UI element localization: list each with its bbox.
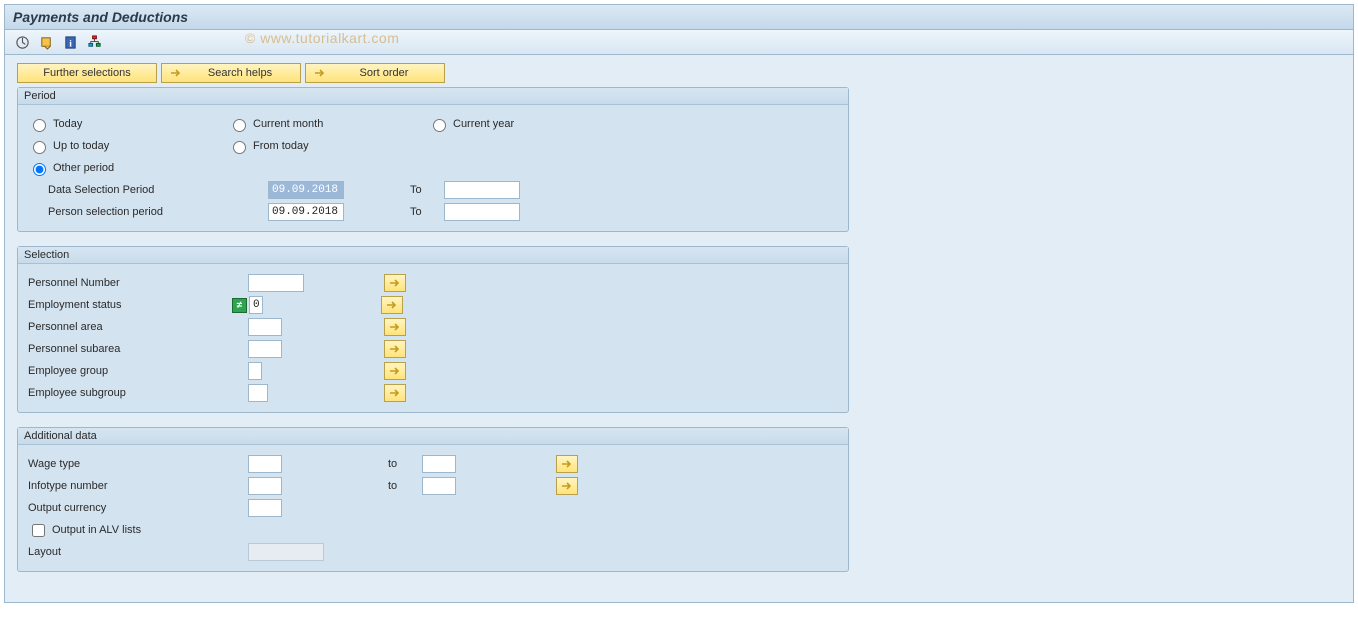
radio-today-label: Today [53, 118, 82, 130]
search-helps-button[interactable]: Search helps [161, 63, 301, 83]
content-area: Further selections Search helps Sort ord… [5, 55, 1353, 602]
radio-from-today[interactable]: From today [228, 138, 398, 154]
selection-legend: Selection [18, 247, 848, 264]
get-variant-icon[interactable] [37, 33, 55, 51]
sort-order-label: Sort order [332, 67, 436, 79]
window-frame: Payments and Deductions i © www.tutorial… [4, 4, 1354, 603]
radio-other-period[interactable]: Other period [28, 160, 198, 176]
wage-type-multiselect-button[interactable] [556, 455, 578, 473]
watermark-text: © www.tutorialkart.com [245, 30, 399, 46]
employee-subgroup-input[interactable] [248, 384, 268, 402]
data-selection-to-input[interactable] [444, 181, 520, 199]
radio-current-month-label: Current month [253, 118, 323, 130]
radio-up-to-today[interactable]: Up to today [28, 138, 198, 154]
page-title: Payments and Deductions [13, 9, 188, 25]
arrow-right-icon [314, 67, 326, 79]
additional-data-panel: Additional data Wage type to Infotype nu… [17, 427, 849, 572]
output-currency-input[interactable] [248, 499, 282, 517]
wage-type-to-input[interactable] [422, 455, 456, 473]
wage-type-from-input[interactable] [248, 455, 282, 473]
employment-status-label: Employment status [28, 299, 232, 311]
employee-subgroup-multiselect-button[interactable] [384, 384, 406, 402]
personnel-area-label: Personnel area [28, 321, 248, 333]
personnel-number-input[interactable] [248, 274, 304, 292]
radio-up-to-today-input[interactable] [33, 141, 46, 154]
arrow-right-icon [389, 343, 401, 355]
employee-group-input[interactable] [248, 362, 262, 380]
org-structure-icon[interactable] [85, 33, 103, 51]
radio-current-month[interactable]: Current month [228, 116, 398, 132]
personnel-subarea-multiselect-button[interactable] [384, 340, 406, 358]
further-selections-button[interactable]: Further selections [17, 63, 157, 83]
person-selection-period-label: Person selection period [28, 206, 268, 218]
wage-type-label: Wage type [28, 458, 248, 470]
info-icon[interactable]: i [61, 33, 79, 51]
svg-text:i: i [69, 39, 72, 49]
personnel-area-multiselect-button[interactable] [384, 318, 406, 336]
arrow-right-icon [561, 458, 573, 470]
employment-status-multiselect-button[interactable] [381, 296, 403, 314]
additional-data-legend: Additional data [18, 428, 848, 445]
arrow-right-icon [389, 365, 401, 377]
wage-type-to-label: to [382, 458, 422, 470]
output-alv-checkbox[interactable]: Output in ALV lists [28, 521, 141, 540]
infotype-number-label: Infotype number [28, 480, 248, 492]
infotype-number-multiselect-button[interactable] [556, 477, 578, 495]
employee-group-label: Employee group [28, 365, 248, 377]
personnel-number-multiselect-button[interactable] [384, 274, 406, 292]
output-alv-label: Output in ALV lists [52, 524, 141, 536]
arrow-right-icon [561, 480, 573, 492]
arrow-right-icon [389, 277, 401, 289]
radio-today-input[interactable] [33, 119, 46, 132]
personnel-area-input[interactable] [248, 318, 282, 336]
selection-panel: Selection Personnel Number Employment st… [17, 246, 849, 413]
radio-other-period-input[interactable] [33, 163, 46, 176]
layout-input[interactable] [248, 543, 324, 561]
personnel-subarea-label: Personnel subarea [28, 343, 248, 355]
app-toolbar: i © www.tutorialkart.com [5, 30, 1353, 55]
radio-current-year-label: Current year [453, 118, 514, 130]
infotype-number-to-input[interactable] [422, 477, 456, 495]
infotype-number-to-label: to [382, 480, 422, 492]
radio-from-today-label: From today [253, 140, 309, 152]
output-currency-label: Output currency [28, 502, 248, 514]
execute-icon[interactable] [13, 33, 31, 51]
infotype-number-from-input[interactable] [248, 477, 282, 495]
output-alv-checkbox-input[interactable] [32, 524, 45, 537]
radio-today[interactable]: Today [28, 116, 198, 132]
data-selection-to-label: To [404, 184, 444, 196]
title-bar: Payments and Deductions [5, 5, 1353, 30]
period-legend: Period [18, 88, 848, 105]
arrow-right-icon [389, 387, 401, 399]
person-selection-to-label: To [404, 206, 444, 218]
radio-from-today-input[interactable] [233, 141, 246, 154]
person-selection-from-input[interactable] [268, 203, 344, 221]
radio-current-year[interactable]: Current year [428, 116, 598, 132]
radio-current-month-input[interactable] [233, 119, 246, 132]
data-selection-from-input[interactable] [268, 181, 344, 199]
data-selection-period-label: Data Selection Period [28, 184, 268, 196]
employment-status-input[interactable] [249, 296, 263, 314]
arrow-right-icon [170, 67, 182, 79]
radio-current-year-input[interactable] [433, 119, 446, 132]
period-panel: Period Today Current month Current year [17, 87, 849, 232]
selection-buttons-row: Further selections Search helps Sort ord… [17, 63, 1341, 83]
radio-up-to-today-label: Up to today [53, 140, 109, 152]
radio-other-period-label: Other period [53, 162, 114, 174]
sort-order-button[interactable]: Sort order [305, 63, 445, 83]
person-selection-to-input[interactable] [444, 203, 520, 221]
arrow-right-icon [386, 299, 398, 311]
layout-label: Layout [28, 546, 248, 558]
personnel-number-label: Personnel Number [28, 277, 248, 289]
further-selections-label: Further selections [43, 67, 130, 79]
arrow-right-icon [389, 321, 401, 333]
search-helps-label: Search helps [188, 67, 292, 79]
employee-group-multiselect-button[interactable] [384, 362, 406, 380]
employee-subgroup-label: Employee subgroup [28, 387, 248, 399]
personnel-subarea-input[interactable] [248, 340, 282, 358]
not-equal-indicator-icon[interactable]: ≠ [232, 298, 247, 313]
